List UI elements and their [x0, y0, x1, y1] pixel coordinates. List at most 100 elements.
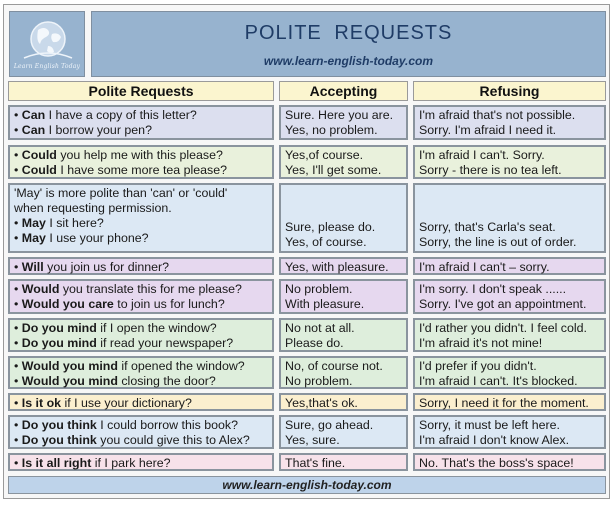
request-text: I have some more tea please? — [56, 163, 228, 177]
accepting-response: Yes, no problem. — [285, 123, 378, 137]
refusing-response: I'd prefer if you didn't. — [419, 359, 537, 373]
accepting-response: Sure. Here you are. — [285, 108, 394, 122]
request-text: to join us for lunch? — [113, 297, 225, 311]
request-line: • Would you care to join us for lunch? — [14, 297, 272, 312]
refusing-response: I'm afraid it's not mine! — [419, 336, 543, 350]
request-cell: • Is it all right if I park here? — [8, 453, 274, 471]
accepting-cell: No, of course not. No problem. — [279, 356, 408, 389]
bullet-icon: • — [14, 456, 22, 470]
request-keyword: Do you mind — [21, 336, 97, 350]
request-line: • Do you mind if read your newspaper? — [14, 336, 272, 351]
accepting-response: That's fine. — [285, 456, 346, 470]
accepting-cell: Yes,that's ok. — [279, 393, 408, 411]
accepting-cell: No not at all. Please do. — [279, 318, 408, 352]
bullet-icon: • — [14, 148, 22, 162]
request-keyword: Can — [21, 108, 46, 122]
bullet-icon: • — [14, 433, 22, 447]
request-keyword: Would — [21, 282, 60, 296]
note-text: when requesting permission. — [14, 201, 172, 215]
request-cell: • Is it ok if I use your dictionary? — [8, 393, 274, 411]
accepting-cell: Sure, please do. Yes, of course. — [279, 183, 408, 253]
logo-text: Learn English Today — [13, 63, 81, 70]
column-header-accepting: Accepting — [279, 81, 408, 101]
request-text: you join us for dinner? — [43, 260, 170, 274]
request-keyword: Can — [21, 123, 46, 137]
request-line: • Would you mind closing the door? — [14, 374, 272, 389]
refusing-response: Sorry, I need it for the moment. — [419, 396, 589, 410]
accepting-response: Yes, I'll get some. — [285, 163, 382, 177]
request-cell: • Would you mind if opened the window? • … — [8, 356, 274, 389]
accepting-cell: Sure. Here you are. Yes, no problem. — [279, 105, 408, 140]
footer-url: www.learn-english-today.com — [8, 476, 606, 494]
request-line: • May I use your phone? — [14, 231, 272, 246]
request-text: if read your newspaper? — [96, 336, 234, 350]
accepting-response: Sure, go ahead. — [285, 418, 374, 432]
request-line: • Can I borrow your pen? — [14, 123, 272, 138]
request-line: • Do you think I could borrow this book? — [14, 418, 272, 433]
request-line: • Do you mind if I open the window? — [14, 321, 272, 336]
request-line: • Would you mind if opened the window? — [14, 359, 272, 374]
bullet-icon: • — [14, 359, 22, 373]
request-cell: • Do you mind if I open the window? • Do … — [8, 318, 274, 352]
request-line: • Could I have some more tea please? — [14, 163, 272, 178]
accepting-response: With pleasure. — [285, 297, 365, 311]
accepting-response: Yes, with pleasure. — [285, 260, 389, 274]
bullet-icon: • — [14, 260, 22, 274]
refusing-response: I'd rather you didn't. I feel cold. — [419, 321, 587, 335]
request-line: • Can I have a copy of this letter? — [14, 108, 272, 123]
refusing-cell: I'd prefer if you didn't. I'm afraid I ca… — [413, 356, 606, 389]
refusing-cell: Sorry, that's Carla's seat. Sorry, the li… — [413, 183, 606, 253]
request-text: I borrow your pen? — [45, 123, 152, 137]
request-text: you could give this to Alex? — [96, 433, 250, 447]
accepting-response: No problem. — [285, 374, 353, 388]
bullet-icon: • — [14, 163, 22, 177]
refusing-response: I'm afraid I don't know Alex. — [419, 433, 570, 447]
request-cell: • Will you join us for dinner? — [8, 257, 274, 275]
request-keyword: Do you think — [21, 418, 97, 432]
request-text: if opened the window? — [117, 359, 245, 373]
request-line: • Do you think you could give this to Al… — [14, 433, 272, 448]
refusing-response: I'm afraid that's not possible. — [419, 108, 576, 122]
note-text: 'May' is more polite than 'can' or 'coul… — [14, 186, 228, 200]
request-text: if I use your dictionary? — [61, 396, 192, 410]
request-cell: 'May' is more polite than 'can' or 'coul… — [8, 183, 274, 253]
refusing-cell: I'm sorry. I don't speak ...... Sorry. I'… — [413, 279, 606, 314]
bullet-icon: • — [14, 282, 22, 296]
accepting-cell: That's fine. — [279, 453, 408, 471]
accepting-response: No problem. — [285, 282, 353, 296]
request-keyword: May — [21, 231, 46, 245]
accepting-response: No, of course not. — [285, 359, 383, 373]
request-text: I use your phone? — [45, 231, 149, 245]
request-cell: • Do you think I could borrow this book?… — [8, 415, 274, 449]
request-keyword: May — [21, 216, 46, 230]
request-keyword: Do you mind — [21, 321, 97, 335]
bullet-icon: • — [14, 374, 22, 388]
bullet-icon: • — [14, 297, 22, 311]
request-line: • Would you translate this for me please… — [14, 282, 272, 297]
request-keyword: Would you mind — [21, 374, 118, 388]
bullet-icon: • — [14, 216, 22, 230]
request-line: • Is it ok if I use your dictionary? — [14, 396, 272, 411]
request-text: I have a copy of this letter? — [45, 108, 197, 122]
logo: Learn English Today — [9, 11, 85, 77]
refusing-response: I'm afraid I can't. Sorry. — [419, 148, 545, 162]
refusing-cell: I'm afraid I can't. Sorry. Sorry - there … — [413, 145, 606, 179]
column-header-refusing: Refusing — [413, 81, 606, 101]
refusing-response: Sorry. I'm afraid I need it. — [419, 123, 557, 137]
refusing-cell: No. That's the boss's space! — [413, 453, 606, 471]
request-cell: • Would you translate this for me please… — [8, 279, 274, 314]
accepting-response: Yes, of course. — [285, 235, 367, 249]
request-text: if I park here? — [91, 456, 171, 470]
refusing-response: I'm afraid I can't – sorry. — [419, 260, 550, 274]
refusing-cell: I'm afraid I can't – sorry. — [413, 257, 606, 275]
request-line: • Is it all right if I park here? — [14, 456, 272, 471]
accepting-cell: No problem. With pleasure. — [279, 279, 408, 314]
column-header-polite-requests: Polite Requests — [8, 81, 274, 101]
refusing-cell: Sorry, I need it for the moment. — [413, 393, 606, 411]
site-url: www.learn-english-today.com — [263, 54, 434, 68]
request-keyword: Could — [21, 163, 57, 177]
refusing-cell: I'm afraid that's not possible. Sorry. I'… — [413, 105, 606, 140]
refusing-response: Sorry, it must be left here. — [419, 418, 560, 432]
refusing-response: I'm afraid I can't. It's blocked. — [419, 374, 578, 388]
refusing-response: Sorry - there is no tea left. — [419, 163, 562, 177]
